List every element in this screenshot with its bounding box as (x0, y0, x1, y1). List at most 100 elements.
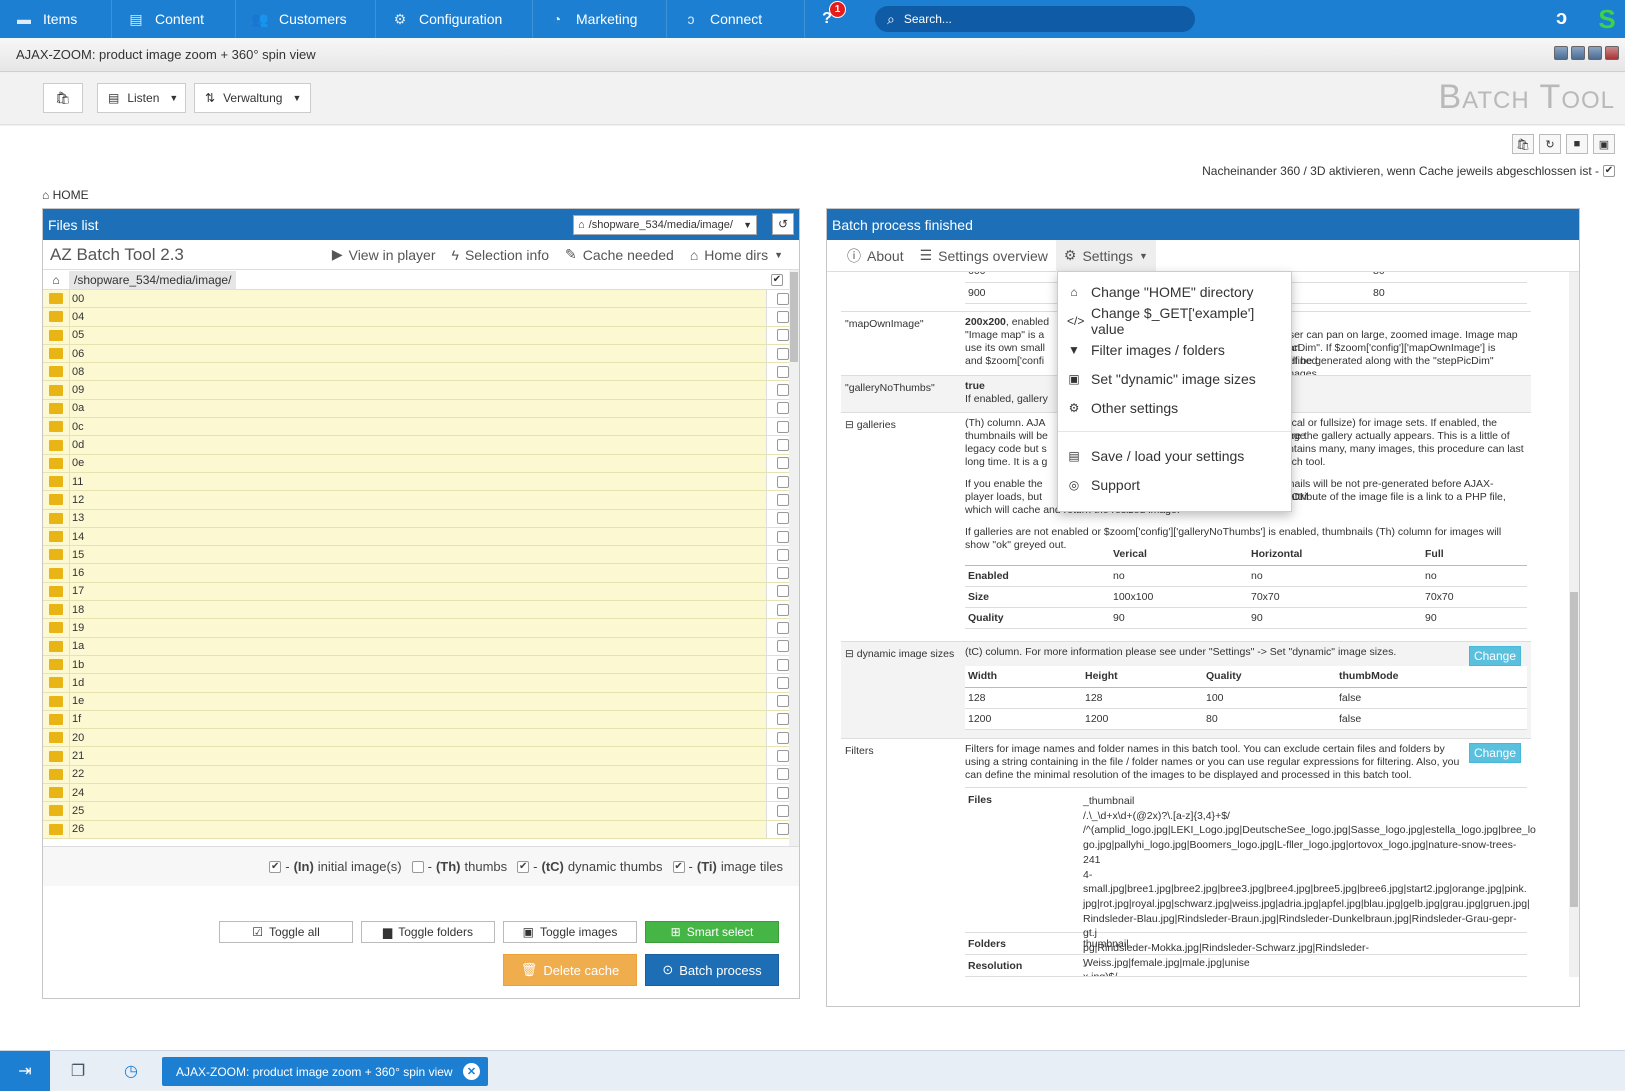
nav-content[interactable]: ▤ Content (112, 0, 236, 38)
folder-checkbox[interactable] (777, 548, 789, 561)
search-input[interactable]: ⌕ Search... (875, 6, 1195, 32)
nav-configuration[interactable]: ⚙ Configuration (376, 0, 533, 38)
folder-checkbox[interactable] (777, 621, 789, 634)
tab-settings[interactable]: ⚙ Settings ▼ (1055, 239, 1156, 272)
folder-checkbox[interactable] (777, 310, 789, 323)
home-icon[interactable]: ⌂ (43, 273, 69, 287)
reload-window-button[interactable] (1554, 46, 1568, 60)
list-item[interactable]: 18 (43, 601, 799, 620)
batch-process-button[interactable]: ⊙ Batch process (645, 954, 779, 986)
list-item[interactable]: 11 (43, 472, 799, 492)
select-all-checkbox[interactable]: ✔ (771, 273, 783, 286)
list-item[interactable]: 15 (43, 546, 799, 565)
refresh-button[interactable]: ↺ (772, 213, 794, 235)
dashboard-button[interactable]: ◷ (106, 1051, 156, 1091)
folder-checkbox[interactable] (777, 676, 789, 689)
list-item[interactable]: 00 (43, 290, 799, 309)
folder-checkbox[interactable] (777, 640, 789, 653)
folder-checkbox[interactable] (777, 512, 789, 525)
folder-checkbox[interactable] (777, 713, 789, 726)
legend-tc-checkbox[interactable]: ✔ (517, 860, 530, 873)
path-select[interactable]: ⌂/shopware_534/media/image/▼ (573, 215, 757, 235)
list-item[interactable]: 09 (43, 381, 799, 400)
folder-checkbox[interactable] (777, 585, 789, 598)
folder-checkbox[interactable] (777, 292, 789, 305)
folder-checkbox[interactable] (777, 731, 789, 744)
menu-item-change-home[interactable]: ⌂ Change "HOME" directory (1058, 277, 1291, 306)
nav-marketing[interactable]: ◔ Marketing (533, 0, 667, 38)
selection-info-link[interactable]: ϟ Selection info (452, 247, 549, 263)
cache-needed-link[interactable]: ✎ Cache needed (565, 246, 674, 263)
logout-button[interactable]: ⇥ (0, 1051, 50, 1091)
list-item[interactable]: 17 (43, 582, 799, 602)
settings-scrollbar[interactable] (1569, 272, 1579, 977)
list-item[interactable]: 1a (43, 637, 799, 656)
folder-checkbox[interactable] (777, 365, 789, 378)
tab-settings-overview[interactable]: ☰ Settings overview (912, 240, 1056, 272)
folder-checkbox[interactable] (777, 768, 789, 781)
list-item[interactable]: 0c (43, 418, 799, 437)
menu-item-dynamic-sizes[interactable]: ▣ Set "dynamic" image sizes (1058, 364, 1291, 393)
legend-in-checkbox[interactable]: ✔ (269, 860, 282, 873)
folder-checkbox[interactable] (777, 603, 789, 616)
list-item[interactable]: 0e (43, 454, 799, 473)
breadcrumb[interactable]: ⌂ HOME (42, 188, 89, 202)
folder-checkbox[interactable] (777, 695, 789, 708)
toggle-folders-button[interactable]: ▆ Toggle folders (361, 921, 495, 943)
listen-dropdown[interactable]: ▤ Listen ▼ (97, 83, 186, 113)
file-list-scrollbar[interactable] (789, 270, 799, 846)
folder-checkbox[interactable] (777, 658, 789, 671)
toggle-images-button[interactable]: ▣ Toggle images (503, 921, 637, 943)
nav-connect[interactable]: ↄ Connect (667, 0, 805, 38)
view-in-player-link[interactable]: ▶ View in player (332, 246, 436, 263)
verwaltung-dropdown[interactable]: ⇅ Verwaltung ▼ (194, 83, 311, 113)
minimize-window-button[interactable] (1571, 46, 1585, 60)
list-item[interactable]: 1d (43, 674, 799, 693)
folder-checkbox[interactable] (777, 347, 789, 360)
list-item[interactable]: 1b (43, 655, 799, 675)
list-item[interactable]: 08 (43, 363, 799, 382)
nav-items[interactable]: ▬ Items (0, 0, 112, 38)
legend-th-checkbox[interactable] (411, 860, 424, 873)
folder-checkbox[interactable] (777, 786, 789, 799)
list-item[interactable]: 06 (43, 344, 799, 364)
folder-checkbox[interactable] (777, 804, 789, 817)
refresh-icon[interactable]: ↻ (1539, 134, 1561, 154)
folder-checkbox[interactable] (777, 475, 789, 488)
list-item[interactable]: 1e (43, 692, 799, 711)
folder-checkbox[interactable] (777, 493, 789, 506)
list-item[interactable]: 1f (43, 710, 799, 730)
video-icon[interactable]: ■ (1566, 134, 1588, 154)
folder-checkbox[interactable] (777, 530, 789, 543)
folder-checkbox[interactable] (777, 420, 789, 433)
folder-checkbox[interactable] (777, 384, 789, 397)
nav-customers[interactable]: 👥 Customers (236, 0, 376, 38)
menu-item-other-settings[interactable]: ⚙ Other settings (1058, 393, 1291, 422)
taskbar-window-tab[interactable]: AJAX-ZOOM: product image zoom + 360° spi… (162, 1057, 488, 1086)
menu-item-change-get[interactable]: </> Change $_GET['example'] value (1058, 305, 1291, 337)
shop-icon[interactable]: 🛍 (1512, 134, 1534, 154)
menu-item-filter[interactable]: ▼ Filter images / folders (1058, 335, 1291, 364)
tab-about[interactable]: ⓘ About (839, 240, 912, 272)
folder-checkbox[interactable] (777, 329, 789, 342)
image-icon[interactable]: ▣ (1593, 134, 1615, 154)
toggle-all-button[interactable]: ☑ Toggle all (219, 921, 353, 943)
list-item[interactable]: 16 (43, 564, 799, 583)
list-item[interactable]: 25 (43, 802, 799, 821)
list-item[interactable]: 12 (43, 491, 799, 510)
windows-button[interactable]: ❐ (53, 1051, 103, 1091)
list-item[interactable]: 0a (43, 399, 799, 419)
smart-select-button[interactable]: ⊞ Smart select (645, 921, 779, 943)
list-item[interactable]: 22 (43, 765, 799, 785)
list-item[interactable]: 26 (43, 820, 799, 839)
menu-item-support[interactable]: ◎ Support (1058, 470, 1291, 499)
list-item[interactable]: 20 (43, 729, 799, 748)
close-icon[interactable]: ✕ (463, 1063, 480, 1080)
help-button[interactable]: ? 1 (815, 1, 846, 31)
change-filters-button[interactable]: Change (1469, 743, 1521, 763)
menu-item-save-load[interactable]: ▤ Save / load your settings (1058, 441, 1291, 470)
folder-checkbox[interactable] (777, 750, 789, 763)
legend-ti-checkbox[interactable]: ✔ (672, 860, 685, 873)
folder-checkbox[interactable] (777, 402, 789, 415)
list-item[interactable]: 05 (43, 326, 799, 345)
